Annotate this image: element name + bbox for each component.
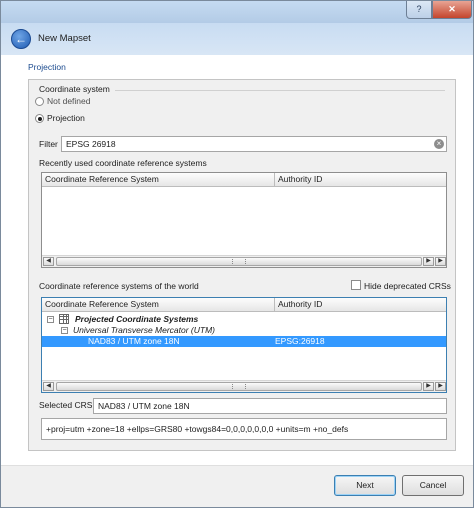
tree-item-selected[interactable]: NAD83 / UTM zone 18N EPSG:26918: [42, 336, 446, 347]
page-title: Projection: [28, 62, 66, 72]
recent-crs-label: Recently used coordinate reference syste…: [39, 158, 207, 168]
world-crs-tree-header: Coordinate Reference System Authority ID: [42, 298, 446, 312]
crs-authority-id: EPSG:26918: [275, 336, 325, 346]
scroll-left-icon[interactable]: ◀: [43, 382, 54, 391]
hide-deprecated-checkbox[interactable]: [351, 280, 361, 290]
scroll-right-icon[interactable]: ▶: [423, 257, 434, 266]
group-divider: [115, 90, 445, 91]
selected-crs-field: NAD83 / UTM zone 18N: [93, 398, 447, 414]
coordinate-system-group-label: Coordinate system: [39, 84, 110, 94]
recent-crs-table-header: Coordinate Reference System Authority ID: [42, 173, 446, 187]
collapse-icon[interactable]: −: [47, 316, 54, 323]
title-bar: ? ✕: [1, 1, 473, 23]
window-title: New Mapset: [38, 33, 91, 44]
grip-icon: [232, 384, 246, 389]
radio-projection-label[interactable]: Projection: [47, 113, 85, 123]
scroll-right-end-icon[interactable]: ▶: [435, 257, 446, 266]
button-bar: Next Cancel: [1, 465, 473, 507]
next-button[interactable]: Next: [334, 475, 396, 496]
clear-icon[interactable]: ×: [434, 139, 444, 149]
scrollbar-thumb[interactable]: [56, 382, 422, 391]
selected-crs-label: Selected CRS:: [39, 400, 95, 410]
proj-string-field: +proj=utm +zone=18 +ellps=GRS80 +towgs84…: [41, 418, 447, 440]
collapse-icon[interactable]: −: [61, 327, 68, 334]
radio-not-defined-label[interactable]: Not defined: [47, 96, 90, 106]
scroll-right-end-icon[interactable]: ▶: [435, 382, 446, 391]
tree-group-projected[interactable]: − Projected Coordinate Systems: [42, 314, 446, 325]
radio-projection[interactable]: [35, 114, 44, 123]
hide-deprecated-label[interactable]: Hide deprecated CRSs: [364, 281, 451, 291]
column-header-crs[interactable]: Coordinate Reference System: [42, 298, 274, 312]
filter-label: Filter: [39, 139, 58, 149]
tree-subgroup-label: Universal Transverse Mercator (UTM): [73, 325, 216, 335]
filter-input[interactable]: EPSG 26918: [61, 136, 447, 152]
column-header-authority-id[interactable]: Authority ID: [274, 173, 446, 187]
wizard-page: Projection Coordinate system Not defined…: [1, 55, 473, 465]
column-header-authority-id[interactable]: Authority ID: [274, 298, 446, 312]
scroll-right-icon[interactable]: ▶: [423, 382, 434, 391]
world-crs-tree[interactable]: Coordinate Reference System Authority ID…: [41, 297, 447, 393]
tree-group-label: Projected Coordinate Systems: [75, 314, 199, 324]
dialog-window: ? ✕ ← New Mapset Projection Coordinate s…: [0, 0, 474, 508]
recent-crs-table[interactable]: Coordinate Reference System Authority ID…: [41, 172, 447, 268]
scroll-left-icon[interactable]: ◀: [43, 257, 54, 266]
back-arrow-icon[interactable]: ←: [11, 29, 31, 49]
wizard-header: ← New Mapset: [1, 23, 473, 55]
tree-subgroup-utm[interactable]: − Universal Transverse Mercator (UTM): [42, 325, 446, 336]
grip-icon: [232, 259, 246, 264]
world-crs-label: Coordinate reference systems of the worl…: [39, 281, 199, 291]
world-crs-horizontal-scrollbar[interactable]: ◀ ▶ ▶: [42, 380, 446, 392]
projection-panel: Coordinate system Not defined Projection…: [28, 79, 456, 451]
cancel-button[interactable]: Cancel: [402, 475, 464, 496]
radio-not-defined[interactable]: [35, 97, 44, 106]
column-header-crs[interactable]: Coordinate Reference System: [42, 173, 274, 187]
scrollbar-thumb[interactable]: [56, 257, 422, 266]
help-button[interactable]: ?: [406, 1, 432, 19]
crs-name: NAD83 / UTM zone 18N: [88, 336, 180, 346]
recent-crs-horizontal-scrollbar[interactable]: ◀ ▶ ▶: [42, 255, 446, 267]
grid-icon: [59, 314, 69, 324]
close-button[interactable]: ✕: [432, 1, 472, 19]
